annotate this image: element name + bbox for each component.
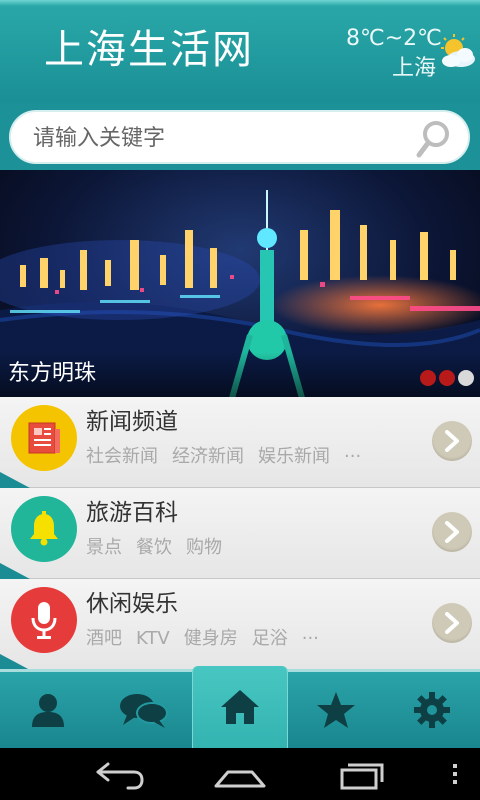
tab-home[interactable] — [192, 666, 288, 748]
category-tags: 社会新闻 经济新闻 娱乐新闻 ··· — [86, 445, 375, 469]
category-tag[interactable]: 餐饮 — [136, 537, 172, 558]
category-list: 新闻频道 社会新闻 经济新闻 娱乐新闻 ··· 旅游百科 景点 餐饮 购物 休闲… — [0, 397, 480, 670]
banner-carousel[interactable]: 东方明珠 — [0, 170, 480, 398]
category-tag[interactable]: 景点 — [86, 537, 122, 558]
tab-favorites[interactable] — [288, 672, 384, 748]
app-title: 上海生活网 — [44, 27, 254, 73]
chat-icon — [120, 694, 168, 728]
banner-dot-3[interactable] — [458, 370, 474, 386]
category-title: 旅游百科 — [86, 500, 178, 526]
back-icon[interactable] — [90, 756, 150, 792]
search-icon[interactable] — [416, 120, 452, 158]
banner-caption: 东方明珠 — [8, 361, 97, 386]
sun-cloud-icon — [441, 34, 475, 67]
category-icon-background — [11, 587, 77, 653]
row-corner-decoration — [0, 654, 30, 670]
category-tag[interactable]: 健身房 — [184, 628, 238, 649]
category-tags: 酒吧 KTV 健身房 足浴 ··· — [86, 627, 333, 651]
user-icon — [32, 694, 64, 727]
app-header: 上海生活网 8℃~2℃ 上海 — [0, 0, 480, 103]
bottom-tab-bar — [0, 666, 480, 748]
category-tag[interactable]: 社会新闻 — [86, 446, 158, 467]
overflow-menu-icon[interactable] — [440, 756, 470, 792]
newspaper-icon — [28, 422, 60, 454]
category-tag[interactable]: 购物 — [186, 537, 222, 558]
more-tags[interactable]: ··· — [302, 628, 319, 649]
category-tag[interactable]: 足浴 — [252, 628, 288, 649]
category-title: 新闻频道 — [86, 409, 178, 435]
header-shine — [0, 0, 480, 6]
weather-city: 上海 — [392, 56, 437, 81]
category-travel[interactable]: 旅游百科 景点 餐饮 购物 — [0, 488, 480, 579]
category-leisure[interactable]: 休闲娱乐 酒吧 KTV 健身房 足浴 ··· — [0, 579, 480, 670]
row-corner-decoration — [0, 472, 30, 488]
search-placeholder: 请输入关键字 — [33, 126, 166, 151]
tab-profile[interactable] — [0, 672, 96, 748]
category-tags: 景点 餐饮 购物 — [86, 536, 236, 560]
category-title: 休闲娱乐 — [86, 591, 178, 617]
microphone-icon — [31, 602, 57, 639]
search-input[interactable]: 请输入关键字 — [9, 110, 470, 164]
banner-dot-2[interactable] — [439, 370, 455, 386]
tab-messages[interactable] — [96, 672, 192, 748]
recents-icon[interactable] — [332, 756, 392, 792]
home-icon — [221, 690, 259, 724]
category-icon-background — [11, 496, 77, 562]
banner-pagination[interactable] — [420, 370, 474, 386]
gear-icon — [414, 692, 450, 728]
system-navigation-bar — [0, 748, 480, 800]
category-icon-background — [11, 405, 77, 471]
home-nav-icon[interactable] — [210, 756, 270, 792]
tab-settings[interactable] — [384, 672, 480, 748]
category-tag[interactable]: KTV — [136, 628, 170, 649]
category-tag[interactable]: 经济新闻 — [172, 446, 244, 467]
chevron-right-icon[interactable] — [432, 603, 472, 643]
row-corner-decoration — [0, 563, 30, 579]
chevron-right-icon[interactable] — [432, 512, 472, 552]
bell-icon — [30, 511, 58, 546]
weather-temperature: 8℃~2℃ — [346, 26, 442, 51]
search-bar-area: 请输入关键字 — [0, 103, 480, 170]
category-tag[interactable]: 娱乐新闻 — [258, 446, 330, 467]
category-news[interactable]: 新闻频道 社会新闻 经济新闻 娱乐新闻 ··· — [0, 397, 480, 488]
chevron-right-icon[interactable] — [432, 421, 472, 461]
more-tags[interactable]: ··· — [344, 446, 361, 467]
category-tag[interactable]: 酒吧 — [86, 628, 122, 649]
banner-dot-1[interactable] — [420, 370, 436, 386]
star-icon — [317, 692, 355, 728]
